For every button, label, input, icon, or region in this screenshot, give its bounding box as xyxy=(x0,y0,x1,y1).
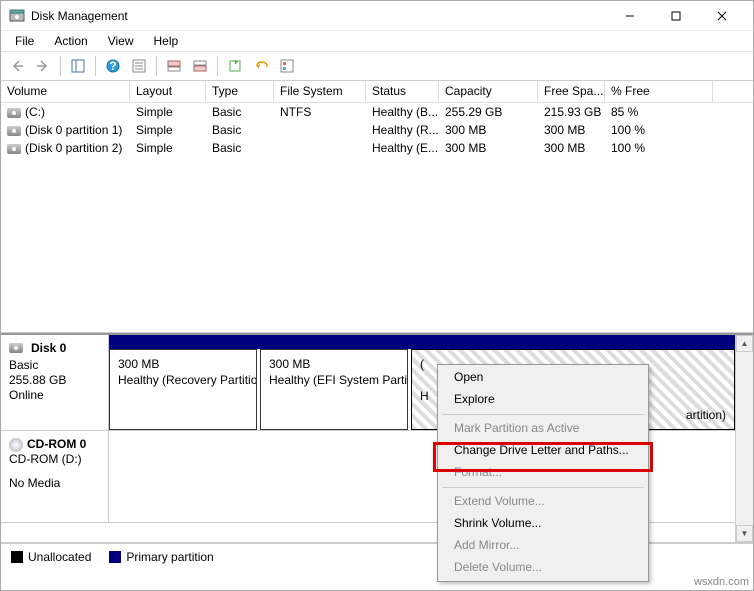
menu-bar: File Action View Help xyxy=(1,31,753,51)
partition-size: 300 MB xyxy=(118,356,248,372)
partition-label: ( xyxy=(420,356,436,372)
partition-topbar xyxy=(109,335,735,349)
legend-primary: Primary partition xyxy=(126,550,213,564)
ctx-separator xyxy=(442,487,644,488)
menu-help[interactable]: Help xyxy=(146,32,187,50)
ctx-extend[interactable]: Extend Volume... xyxy=(440,491,646,513)
col-capacity[interactable]: Capacity xyxy=(439,81,538,102)
ctx-open[interactable]: Open xyxy=(440,367,646,389)
back-button[interactable] xyxy=(5,54,29,78)
properties-button[interactable] xyxy=(127,54,151,78)
watermark: wsxdn.com xyxy=(694,576,749,588)
volume-icon xyxy=(7,126,21,136)
close-button[interactable] xyxy=(699,1,745,31)
undo-button[interactable] xyxy=(249,54,273,78)
col-type[interactable]: Type xyxy=(206,81,274,102)
window-title: Disk Management xyxy=(31,9,607,23)
ctx-separator xyxy=(442,414,644,415)
volume-list-header: Volume Layout Type File System Status Ca… xyxy=(1,81,753,103)
cell-free: 215.93 GB xyxy=(538,104,605,120)
settings-bottom-button[interactable] xyxy=(188,54,212,78)
volume-row[interactable]: (Disk 0 partition 1) Simple Basic Health… xyxy=(1,121,753,139)
refresh-button[interactable] xyxy=(223,54,247,78)
partition-size: 300 MB xyxy=(269,356,399,372)
cdrom-state: No Media xyxy=(9,476,100,490)
cdrom-drive: CD-ROM (D:) xyxy=(9,452,100,466)
partition-efi[interactable]: 300 MB Healthy (EFI System Partit xyxy=(260,349,408,430)
partition-status: H xyxy=(420,388,436,404)
col-free[interactable]: Free Spa... xyxy=(538,81,605,102)
col-status[interactable]: Status xyxy=(366,81,439,102)
menu-view[interactable]: View xyxy=(100,32,142,50)
app-icon xyxy=(9,8,25,24)
cell-status: Healthy (B... xyxy=(366,104,439,120)
title-bar: Disk Management xyxy=(1,1,753,31)
volume-name: (Disk 0 partition 1) xyxy=(25,123,122,137)
ctx-mirror[interactable]: Add Mirror... xyxy=(440,535,646,557)
cell-fs: NTFS xyxy=(274,104,366,120)
ctx-format[interactable]: Format... xyxy=(440,462,646,484)
volume-list: Volume Layout Type File System Status Ca… xyxy=(1,81,753,333)
disk-size: 255.88 GB xyxy=(9,373,100,387)
cdrom-name: CD-ROM 0 xyxy=(27,437,86,451)
toolbar: ? xyxy=(1,51,753,81)
volume-icon xyxy=(7,144,21,154)
context-menu: Open Explore Mark Partition as Active Ch… xyxy=(437,364,649,582)
partition-tail: artition) xyxy=(686,407,726,423)
volume-row[interactable]: (Disk 0 partition 2) Simple Basic Health… xyxy=(1,139,753,157)
cell-type: Basic xyxy=(206,104,274,120)
maximize-button[interactable] xyxy=(653,1,699,31)
col-volume[interactable]: Volume xyxy=(1,81,130,102)
disk-type: Basic xyxy=(9,358,100,372)
settings-top-button[interactable] xyxy=(162,54,186,78)
disk-icon xyxy=(9,343,23,353)
volume-icon xyxy=(7,108,21,118)
volume-row[interactable]: (C:) Simple Basic NTFS Healthy (B... 255… xyxy=(1,103,753,121)
cell-capacity: 255.29 GB xyxy=(439,104,538,120)
ctx-explore[interactable]: Explore xyxy=(440,389,646,411)
legend-unallocated: Unallocated xyxy=(28,550,91,564)
menu-file[interactable]: File xyxy=(7,32,42,50)
minimize-button[interactable] xyxy=(607,1,653,31)
vertical-scrollbar[interactable]: ▲ ▼ xyxy=(735,335,753,542)
scroll-track[interactable] xyxy=(736,352,753,525)
volume-name: (C:) xyxy=(25,105,45,119)
disk-header[interactable]: Disk 0 Basic 255.88 GB Online xyxy=(1,335,109,430)
disk-name: Disk 0 xyxy=(31,341,66,355)
forward-button[interactable] xyxy=(31,54,55,78)
col-pctfree[interactable]: % Free xyxy=(605,81,713,102)
partition-status: Healthy (Recovery Partitio xyxy=(118,372,248,388)
partition-recovery[interactable]: 300 MB Healthy (Recovery Partitio xyxy=(109,349,257,430)
cdrom-icon xyxy=(9,438,23,452)
col-filesystem[interactable]: File System xyxy=(274,81,366,102)
list-style-button[interactable] xyxy=(275,54,299,78)
partition-status: Healthy (EFI System Partit xyxy=(269,372,399,388)
legend-swatch-primary xyxy=(109,551,121,563)
ctx-shrink[interactable]: Shrink Volume... xyxy=(440,513,646,535)
ctx-change-drive-letter[interactable]: Change Drive Letter and Paths... xyxy=(440,440,646,462)
col-layout[interactable]: Layout xyxy=(130,81,206,102)
cell-layout: Simple xyxy=(130,104,206,120)
legend-swatch-unallocated xyxy=(11,551,23,563)
help-button[interactable]: ? xyxy=(101,54,125,78)
volume-list-body: (C:) Simple Basic NTFS Healthy (B... 255… xyxy=(1,103,753,157)
scroll-up-icon[interactable]: ▲ xyxy=(736,335,753,352)
ctx-mark-active[interactable]: Mark Partition as Active xyxy=(440,418,646,440)
menu-action[interactable]: Action xyxy=(46,32,95,50)
volume-name: (Disk 0 partition 2) xyxy=(25,141,122,155)
scroll-down-icon[interactable]: ▼ xyxy=(736,525,753,542)
show-hide-console-tree-button[interactable] xyxy=(66,54,90,78)
cdrom-header[interactable]: CD-ROM 0 CD-ROM (D:) No Media xyxy=(1,431,109,522)
cell-pct: 85 % xyxy=(605,104,713,120)
ctx-delete[interactable]: Delete Volume... xyxy=(440,557,646,579)
svg-text:?: ? xyxy=(109,59,116,73)
disk-state: Online xyxy=(9,388,100,402)
